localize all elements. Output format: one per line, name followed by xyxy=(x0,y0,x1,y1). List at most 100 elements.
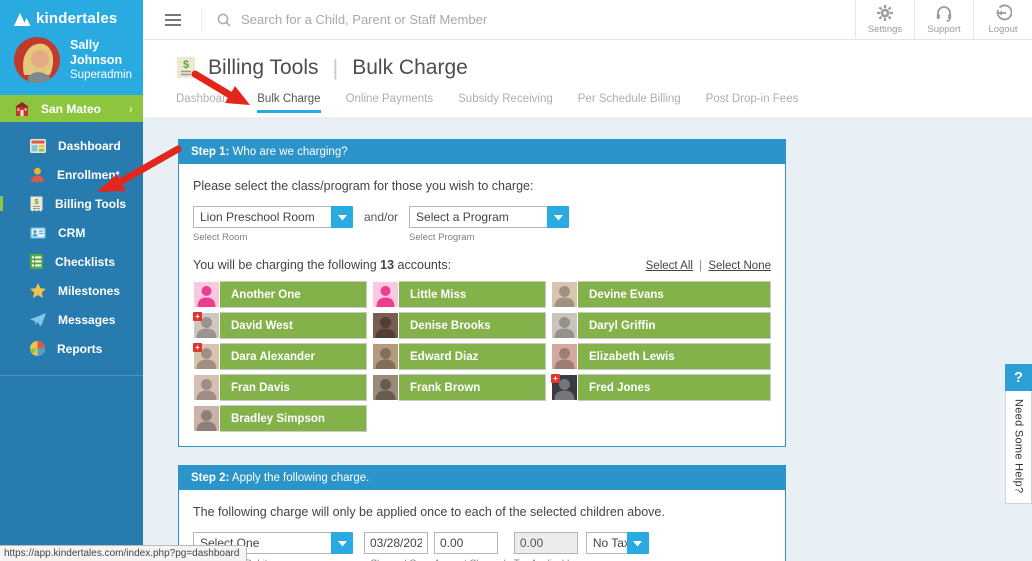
sidebar-item-label: Billing Tools xyxy=(55,197,126,211)
tab-post-drop-in-fees[interactable]: Post Drop-in Fees xyxy=(706,93,799,113)
tab-per-schedule-billing[interactable]: Per Schedule Billing xyxy=(578,93,681,113)
chevron-down-icon[interactable] xyxy=(331,532,353,554)
account-row-fran-davis[interactable]: Fran Davis xyxy=(193,374,367,401)
reports-pie-icon xyxy=(30,341,45,356)
account-row-bradley-simpson[interactable]: Bradley Simpson xyxy=(193,405,367,432)
placeholder-avatar-icon xyxy=(194,282,219,307)
logo-text: kindertales xyxy=(36,10,117,27)
chevron-right-icon: › xyxy=(129,101,133,116)
account-row-daryl-griffin[interactable]: Daryl Griffin xyxy=(551,312,771,339)
account-row-dara-alexander[interactable]: +Dara Alexander xyxy=(193,343,367,370)
charged-on-field: Charged On xyxy=(364,532,428,561)
tab-bulk-charge[interactable]: Bulk Charge xyxy=(257,93,320,113)
step1-intro: Please select the class/program for thos… xyxy=(193,179,771,193)
menu-icon[interactable] xyxy=(165,11,181,29)
step2-header: Step 2: Apply the following charge. xyxy=(179,466,785,490)
sidebar-item-label: Reports xyxy=(57,342,102,356)
step1-header-text: Who are we charging? xyxy=(233,146,348,158)
account-count: 13 xyxy=(380,258,394,272)
kindertales-logo[interactable]: kindertales xyxy=(14,10,143,27)
status-url: https://app.kindertales.com/index.php?pg… xyxy=(0,545,247,561)
user-name: Sally Johnson xyxy=(70,38,143,68)
avatar xyxy=(552,344,577,369)
child-photo xyxy=(194,406,219,431)
topbar-actions: SettingsSupport Logout xyxy=(855,0,1032,40)
tab-subsidy-receiving[interactable]: Subsidy Receiving xyxy=(458,93,553,113)
avatar xyxy=(373,375,398,400)
select-all-link[interactable]: Select All xyxy=(646,260,693,272)
account-name: Devine Evans xyxy=(589,289,664,301)
account-row-devine-evans[interactable]: Devine Evans xyxy=(551,281,771,308)
avatar xyxy=(373,313,398,338)
step2-header-text: Apply the following charge. xyxy=(232,472,369,484)
tax-input xyxy=(514,532,578,554)
chevron-down-icon[interactable] xyxy=(547,206,569,228)
svg-text:$: $ xyxy=(183,59,189,71)
location-selector[interactable]: San Mateo › xyxy=(0,95,143,122)
account-row-elizabeth-lewis[interactable]: Elizabeth Lewis xyxy=(551,343,771,370)
account-name: David West xyxy=(231,320,293,332)
sidebar-item-reports[interactable]: Reports xyxy=(0,334,143,363)
page-header: $ Billing Tools | Bulk Charge Dashboard B… xyxy=(143,40,1032,117)
sidebar-item-milestones[interactable]: Milestones xyxy=(0,276,143,305)
chevron-down-icon[interactable] xyxy=(331,206,353,228)
select-none-link[interactable]: Select None xyxy=(708,260,771,272)
step2-panel: Step 2: Apply the following charge. The … xyxy=(178,465,786,561)
search-bar xyxy=(216,12,855,28)
topbar: SettingsSupport Logout xyxy=(143,0,1032,40)
chevron-down-icon[interactable] xyxy=(627,532,649,554)
account-name: Denise Brooks xyxy=(410,320,491,332)
account-name: Elizabeth Lewis xyxy=(589,351,675,363)
user-profile[interactable]: Sally Johnson Superadmin xyxy=(14,37,143,83)
milestones-star-icon xyxy=(30,283,46,298)
tab-online-payments[interactable]: Online Payments xyxy=(346,93,434,113)
child-photo xyxy=(552,344,577,369)
program-dropdown[interactable]: Select a Program xyxy=(409,206,569,228)
account-row-another-one[interactable]: Another One xyxy=(193,281,367,308)
help-tab[interactable]: ? Need Some Help? xyxy=(1005,364,1032,504)
child-photo xyxy=(194,375,219,400)
sidebar-item-billing-tools[interactable]: $Billing Tools xyxy=(0,189,143,218)
sidebar-item-messages[interactable]: Messages xyxy=(0,305,143,334)
checklists-icon xyxy=(30,254,43,269)
search-input[interactable] xyxy=(241,12,581,27)
search-icon xyxy=(216,12,232,28)
page-title: Billing Tools xyxy=(208,56,319,80)
child-photo xyxy=(373,313,398,338)
tax-field: Tax Applicable xyxy=(514,532,578,561)
account-name: Bradley Simpson xyxy=(231,413,325,425)
room-dropdown[interactable]: Lion Preschool Room xyxy=(193,206,353,228)
account-row-david-west[interactable]: + David West xyxy=(193,312,367,339)
medical-alert-icon: + xyxy=(193,312,202,321)
action-label: Logout xyxy=(988,24,1017,35)
sidebar-item-crm[interactable]: CRM xyxy=(0,218,143,247)
program-dropdown-value: Select a Program xyxy=(410,207,547,227)
sidebar-item-label: CRM xyxy=(58,226,85,240)
sidebar-item-enrollment[interactable]: Enrollment xyxy=(0,160,143,189)
support-button[interactable]: Support xyxy=(914,0,973,40)
account-row-frank-brown[interactable]: Frank Brown xyxy=(372,374,546,401)
tax-type-dropdown[interactable]: No Tax xyxy=(586,532,649,554)
main-content: Step 1: Who are we charging? Please sele… xyxy=(143,117,1032,561)
logout-button[interactable]: Logout xyxy=(973,0,1032,40)
amount-input[interactable] xyxy=(434,532,498,554)
help-tab-label: Need Some Help? xyxy=(1013,399,1025,493)
account-row-fred-jones[interactable]: +Fred Jones xyxy=(551,374,771,401)
sidebar-item-dashboard[interactable]: Dashboard xyxy=(0,131,143,160)
room-field: Lion Preschool Room Select Room xyxy=(193,206,353,243)
page-subtitle: Bulk Charge xyxy=(352,56,468,80)
settings-button[interactable]: Settings xyxy=(855,0,914,40)
account-row-denise-brooks[interactable]: Denise Brooks xyxy=(372,312,546,339)
dashboard-icon xyxy=(30,139,46,153)
sidebar-item-label: Messages xyxy=(58,313,115,327)
title-separator: | xyxy=(333,55,339,81)
tab-dashboard[interactable]: Dashboard xyxy=(176,93,232,113)
account-name: Daryl Griffin xyxy=(589,320,655,332)
account-row-little-miss[interactable]: Little Miss xyxy=(372,281,546,308)
program-field-label: Select Program xyxy=(409,232,569,243)
account-row-edward-diaz[interactable]: Edward Diaz xyxy=(372,343,546,370)
sidebar-item-checklists[interactable]: Checklists xyxy=(0,247,143,276)
headset-icon xyxy=(935,5,953,22)
charged-on-input[interactable] xyxy=(364,532,428,554)
step1-header: Step 1: Who are we charging? xyxy=(179,140,785,164)
